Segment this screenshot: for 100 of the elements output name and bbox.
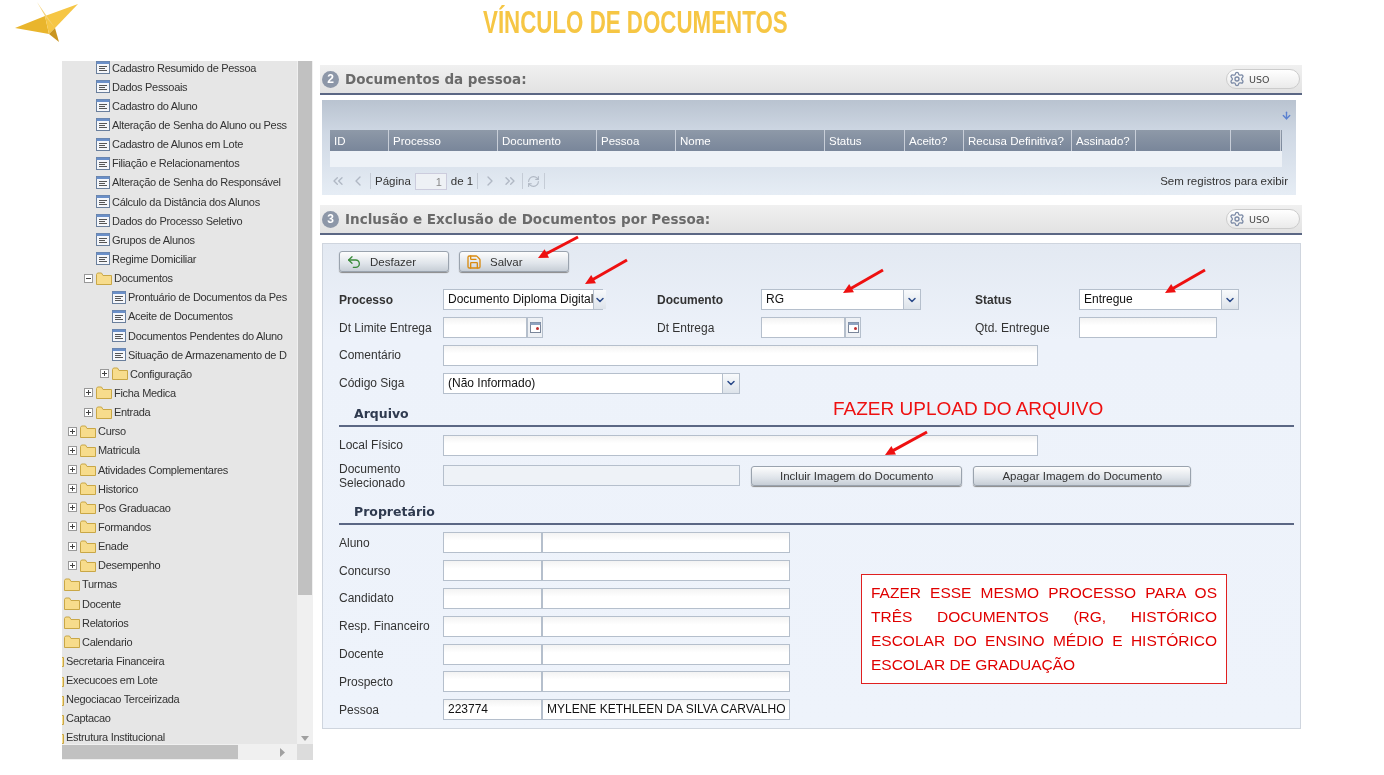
expand-icon[interactable]: [67, 484, 77, 494]
save-button[interactable]: Salvar: [459, 251, 569, 272]
page-icon: [96, 61, 110, 75]
text-field[interactable]: [443, 345, 1038, 366]
tree-item[interactable]: Grupos de Alunos: [112, 233, 195, 246]
code-field[interactable]: [443, 560, 542, 582]
horizontal-scrollbar[interactable]: [62, 744, 297, 760]
folder-icon: [64, 597, 80, 610]
name-field[interactable]: [542, 587, 790, 609]
name-field[interactable]: MYLENE KETHLEEN DA SILVA CARVALHO: [542, 699, 790, 721]
name-field[interactable]: [542, 643, 790, 665]
text-field[interactable]: [1079, 317, 1217, 339]
refresh-icon[interactable]: [527, 174, 541, 188]
field-label: Status: [975, 292, 1013, 307]
tree-item[interactable]: Calendario: [82, 635, 133, 648]
tree-item[interactable]: Situação de Armazenamento de D: [128, 348, 287, 361]
tree-item[interactable]: Secretaria Financeira: [66, 654, 165, 667]
folder-icon: [96, 405, 112, 419]
tree-item[interactable]: Configuração: [130, 367, 192, 380]
tree-item[interactable]: Documentos: [114, 272, 173, 285]
tree-item[interactable]: Entrada: [114, 406, 151, 419]
date-field[interactable]: [761, 317, 845, 339]
tree-item[interactable]: Cadastro de Alunos em Lote: [112, 138, 243, 151]
annotation-arrow: [538, 235, 579, 258]
select-field[interactable]: (Não Informado): [443, 372, 740, 394]
tree-item[interactable]: Ficha Medica: [114, 386, 176, 399]
code-field[interactable]: [443, 643, 542, 665]
tree-item[interactable]: Relatorios: [82, 616, 129, 629]
tree-item[interactable]: Turmas: [82, 578, 118, 591]
tree-item[interactable]: Alteração de Senha do Aluno ou Pess: [112, 119, 287, 131]
tree-item[interactable]: Filiação e Relacionamentos: [112, 157, 240, 170]
uso-toggle[interactable]: USO: [1226, 209, 1300, 229]
tree-item[interactable]: Historico: [98, 482, 139, 495]
page-icon: [112, 290, 126, 304]
calendar-icon: [847, 322, 859, 334]
tree-item[interactable]: Documentos Pendentes do Aluno: [128, 329, 283, 342]
expand-icon[interactable]: [67, 445, 77, 455]
tree-item[interactable]: Alteração de Senha do Responsável: [112, 176, 281, 189]
field-label: Comentário: [339, 348, 403, 363]
tree-item[interactable]: Dados do Processo Seletivo: [112, 214, 243, 227]
expand-icon[interactable]: [67, 522, 77, 532]
expand-icon[interactable]: [67, 426, 77, 436]
tree-item[interactable]: Cálculo da Distância dos Alunos: [112, 195, 260, 208]
select-field[interactable]: Entregue: [1079, 289, 1239, 311]
expand-icon[interactable]: [67, 465, 77, 474]
tree-item[interactable]: Enade: [98, 540, 129, 553]
uso-toggle[interactable]: USO: [1226, 69, 1300, 89]
tree-item[interactable]: Atividades Complementares: [98, 463, 229, 476]
field-label: Dt Entrega: [657, 320, 716, 335]
tree-item[interactable]: Desempenho: [98, 559, 161, 572]
tree-item[interactable]: Docente: [82, 597, 121, 610]
tree-item[interactable]: Captacao: [66, 712, 111, 725]
vertical-scrollbar[interactable]: [297, 61, 313, 744]
tree-item[interactable]: Aceite de Documentos: [128, 310, 233, 323]
tree-item[interactable]: Execucoes em Lote: [66, 674, 158, 687]
expand-icon[interactable]: [67, 541, 77, 551]
tree-item[interactable]: Negociacao Terceirizada: [66, 693, 180, 706]
tree-item[interactable]: Prontuário de Documentos da Pes: [128, 291, 287, 304]
page-icon: [96, 156, 110, 170]
step-number: 2: [322, 70, 339, 88]
date-field[interactable]: [443, 317, 527, 339]
tree-item[interactable]: Cadastro do Aluno: [112, 99, 198, 112]
tree-item[interactable]: Cadastro Resumido de Pessoa: [112, 61, 257, 74]
arrow-down-icon[interactable]: [1281, 109, 1292, 121]
tree-item[interactable]: Estrutura Institucional: [66, 731, 165, 744]
delete-image-button[interactable]: Apagar Imagem do Documento: [973, 466, 1192, 486]
folder-icon: [96, 271, 112, 285]
undo-button[interactable]: Desfazer: [339, 251, 449, 272]
expand-icon[interactable]: [67, 560, 77, 570]
name-field[interactable]: [542, 671, 790, 693]
tree-item[interactable]: Dados Pessoais: [112, 80, 188, 93]
expand-icon[interactable]: [83, 388, 93, 398]
collapse-icon[interactable]: [83, 273, 93, 283]
code-field[interactable]: [443, 615, 542, 637]
name-field[interactable]: [542, 615, 790, 637]
expand-icon[interactable]: [99, 369, 109, 379]
code-field[interactable]: [443, 532, 542, 554]
code-field[interactable]: [443, 587, 542, 609]
tree-item[interactable]: Formandos: [98, 520, 151, 533]
folder-icon: [64, 577, 80, 591]
origami-bird-logo: [15, 2, 78, 42]
tree-item[interactable]: Curso: [98, 425, 126, 438]
text-field[interactable]: [443, 434, 1038, 456]
name-field[interactable]: [542, 532, 790, 554]
include-image-button[interactable]: Incluir Imagem do Documento: [751, 466, 963, 486]
tree-item[interactable]: Regime Domiciliar: [112, 252, 197, 265]
select-field[interactable]: RG: [761, 289, 921, 311]
expand-icon[interactable]: [67, 503, 77, 513]
folder-icon: [80, 463, 96, 476]
expand-icon[interactable]: [83, 407, 93, 417]
tree-item[interactable]: Matricula: [98, 444, 140, 457]
name-field[interactable]: [542, 560, 790, 582]
scroll-right-icon[interactable]: [279, 747, 285, 757]
code-field[interactable]: [443, 671, 542, 693]
tree-item[interactable]: Pos Graduacao: [98, 501, 171, 514]
code-field[interactable]: 223774: [443, 699, 542, 721]
select-field[interactable]: Documento Diploma Digital: [443, 289, 603, 311]
folder-icon: [80, 539, 96, 553]
folder-icon: [80, 424, 96, 438]
calendar-icon: [529, 322, 541, 334]
